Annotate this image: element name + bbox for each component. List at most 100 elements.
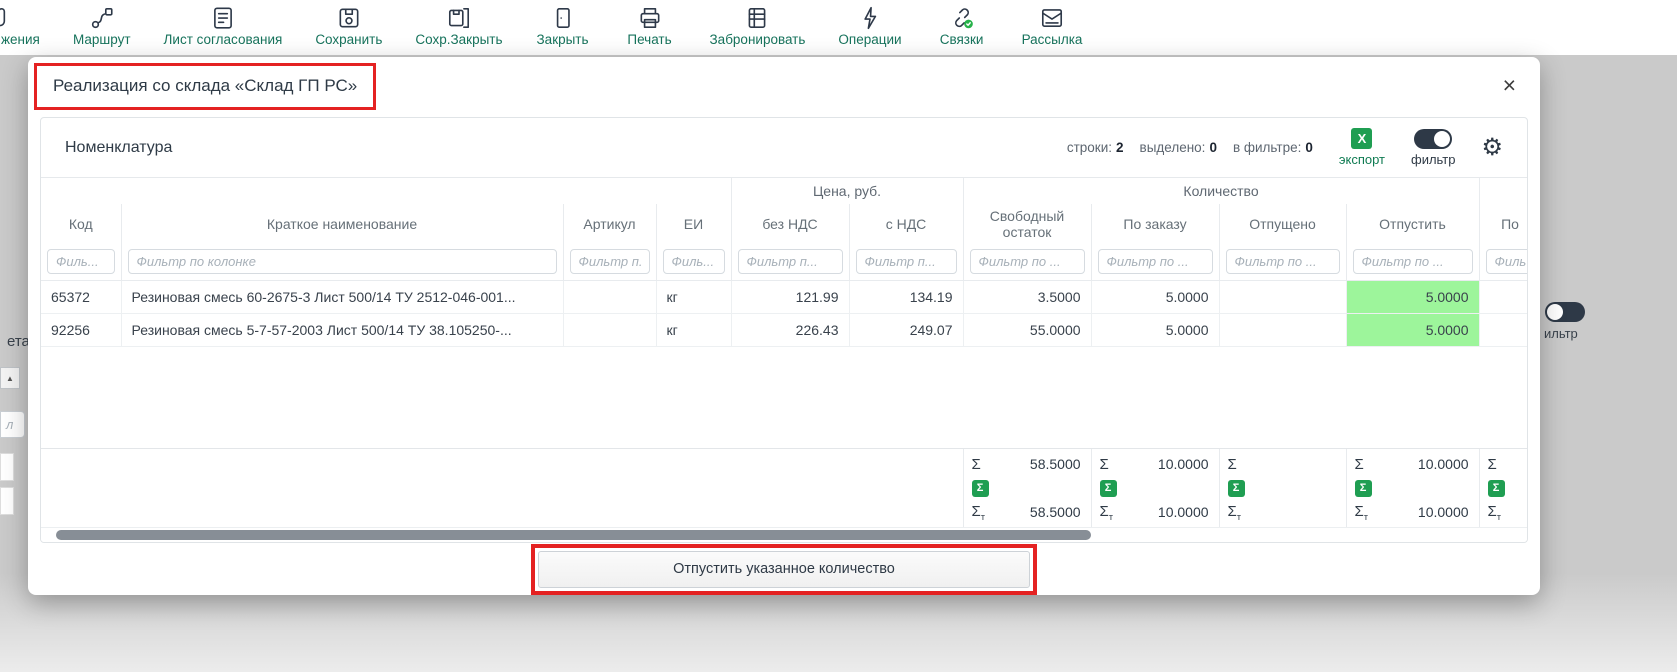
column-header-last[interactable]: По: [1479, 204, 1528, 244]
toolbar-item-mailing[interactable]: Рассылка: [1022, 5, 1083, 48]
collapse-arrow-icon[interactable]: ▲: [0, 367, 20, 389]
filter-input-to-release[interactable]: [1353, 249, 1473, 274]
cell-unit: кг: [656, 313, 731, 346]
filter-input-name[interactable]: [128, 249, 557, 274]
cell-released: [1219, 280, 1346, 313]
sigma-icon: Σ: [1100, 456, 1109, 473]
excel-icon: X: [1351, 128, 1372, 149]
toolbar-item-save-close[interactable]: Сохр.Закрыть: [415, 5, 502, 48]
filter-input-price-with-vat[interactable]: [856, 249, 957, 274]
toolbar-item-route[interactable]: Маршрут: [73, 5, 131, 48]
toolbar-item-close[interactable]: Закрыть: [536, 5, 590, 48]
cell-name: Резиновая смесь 5-7-57-2003 Лист 500/14 …: [121, 313, 563, 346]
cell-last: [1479, 313, 1528, 346]
background-tab-fragment: ета: [7, 333, 30, 350]
attachment-icon: [0, 5, 13, 31]
background-filter-input-fragment: л: [0, 411, 25, 438]
filter-input-unit[interactable]: [663, 249, 725, 274]
filter-toggle[interactable]: [1414, 129, 1452, 149]
panel-title: Номенклатура: [65, 139, 172, 157]
background-filter-toggle[interactable]: [1545, 302, 1585, 322]
annotation-box-button: Отпустить указанное количество: [531, 544, 1037, 595]
toolbar-item-label: Лист согласования: [164, 33, 283, 48]
toolbar-item-operations[interactable]: Операции: [838, 5, 901, 48]
cell-article: [563, 313, 656, 346]
sigma-green-icon[interactable]: Σ: [1488, 480, 1505, 497]
grid-empty-area: [41, 347, 1527, 449]
close-icon[interactable]: ×: [1503, 74, 1516, 97]
cell-free-stock: 3.5000: [963, 280, 1091, 313]
summary-to-release: Σ10.0000 Σ Σт10.0000: [1346, 449, 1479, 527]
toolbar-item-print[interactable]: Печать: [623, 5, 677, 48]
rows-count: строки:2: [1067, 140, 1124, 155]
column-header-by-order[interactable]: По заказу: [1091, 204, 1219, 244]
toolbar-item-label: Маршрут: [73, 33, 131, 48]
route-icon: [89, 5, 115, 31]
column-header-released[interactable]: Отпущено: [1219, 204, 1346, 244]
toolbar-item-label: жения: [1, 33, 40, 48]
filter-input-last[interactable]: [1486, 249, 1528, 274]
horizontal-scrollbar: [41, 527, 1527, 542]
filter-row: [41, 244, 1528, 280]
sigma-t-icon: Σт: [1100, 503, 1113, 522]
cell-released: [1219, 313, 1346, 346]
toolbar-item-links[interactable]: Связки: [935, 5, 989, 48]
filter-input-by-order[interactable]: [1098, 249, 1213, 274]
panel-header: Номенклатура строки:2 выделено:0 в фильт…: [41, 118, 1527, 178]
filter-input-free-stock[interactable]: [970, 249, 1085, 274]
toggle-knob: [1547, 304, 1563, 320]
column-header-article[interactable]: Артикул: [563, 204, 656, 244]
summary-last: Σ Σ Σт: [1479, 449, 1528, 527]
sigma-green-icon[interactable]: Σ: [972, 480, 989, 497]
table-row[interactable]: 65372 Резиновая смесь 60-2675-3 Лист 500…: [41, 280, 1528, 313]
column-header-name[interactable]: Краткое наименование: [121, 204, 563, 244]
summary-row: Σ58.5000 Σ Σт58.5000 Σ10.0000 Σ Σт10.000…: [41, 448, 1527, 527]
column-header-price-with-vat[interactable]: с НДС: [849, 204, 963, 244]
toolbar-item-label: Закрыть: [537, 33, 589, 48]
cell-code: 92256: [41, 313, 121, 346]
cell-by-order: 5.0000: [1091, 280, 1219, 313]
modal-header: Реализация со склада «Склад ГП РС» ×: [28, 57, 1540, 113]
mailing-icon: [1039, 5, 1065, 31]
gear-icon[interactable]: ⚙: [1481, 136, 1503, 160]
toolbar-item-save[interactable]: Сохранить: [315, 5, 382, 48]
background-filter-toggle-label: ильтр: [1544, 326, 1578, 341]
sigma-icon: Σ: [972, 456, 981, 473]
links-icon: [949, 5, 975, 31]
filter-input-price-no-vat[interactable]: [738, 249, 843, 274]
column-header-unit[interactable]: ЕИ: [656, 204, 731, 244]
cell-to-release-editable[interactable]: 5.0000: [1346, 313, 1479, 346]
column-header-price-no-vat[interactable]: без НДС: [731, 204, 849, 244]
toggle-knob: [1434, 131, 1450, 147]
cell-to-release-editable[interactable]: 5.0000: [1346, 280, 1479, 313]
filter-toggle-wrap: фильтр: [1411, 129, 1455, 167]
sigma-green-icon[interactable]: Σ: [1228, 480, 1245, 497]
sigma-icon: Σ: [1488, 456, 1497, 473]
approval-sheet-icon: [210, 5, 236, 31]
column-header-code[interactable]: Код: [41, 204, 121, 244]
column-header-free-stock[interactable]: Свободный остаток: [963, 204, 1091, 244]
sigma-green-icon[interactable]: Σ: [1100, 480, 1117, 497]
toolbar-item-label: Забронировать: [710, 33, 806, 48]
cell-price-no-vat: 226.43: [731, 313, 849, 346]
horizontal-scrollbar-thumb[interactable]: [56, 530, 1091, 540]
sigma-green-icon[interactable]: Σ: [1355, 480, 1372, 497]
toolbar-item-reserve[interactable]: Забронировать: [710, 5, 806, 48]
toolbar-item-approval-sheet[interactable]: Лист согласования: [164, 5, 283, 48]
filter-input-code[interactable]: [47, 249, 115, 274]
summary-released: Σ Σ Σт: [1219, 449, 1346, 527]
column-header-to-release[interactable]: Отпустить: [1346, 204, 1479, 244]
filter-input-released[interactable]: [1226, 249, 1340, 274]
modal-footer: Отпустить указанное количество: [28, 543, 1540, 595]
toolbar-item-attachments[interactable]: жения: [0, 5, 40, 48]
table-row[interactable]: 92256 Резиновая смесь 5-7-57-2003 Лист 5…: [41, 313, 1528, 346]
selected-count: выделено:0: [1140, 140, 1217, 155]
background-cell-fragment: [0, 453, 14, 481]
data-grid: Цена, руб. Количество Код Краткое наимен…: [41, 178, 1527, 347]
excel-export-button[interactable]: X экспорт: [1339, 128, 1385, 167]
panel-controls: строки:2 выделено:0 в фильтре:0 X экспор…: [1067, 128, 1503, 167]
filter-input-article[interactable]: [570, 249, 650, 274]
release-quantity-button[interactable]: Отпустить указанное количество: [538, 551, 1030, 588]
cell-code: 65372: [41, 280, 121, 313]
reserve-icon: [744, 5, 770, 31]
